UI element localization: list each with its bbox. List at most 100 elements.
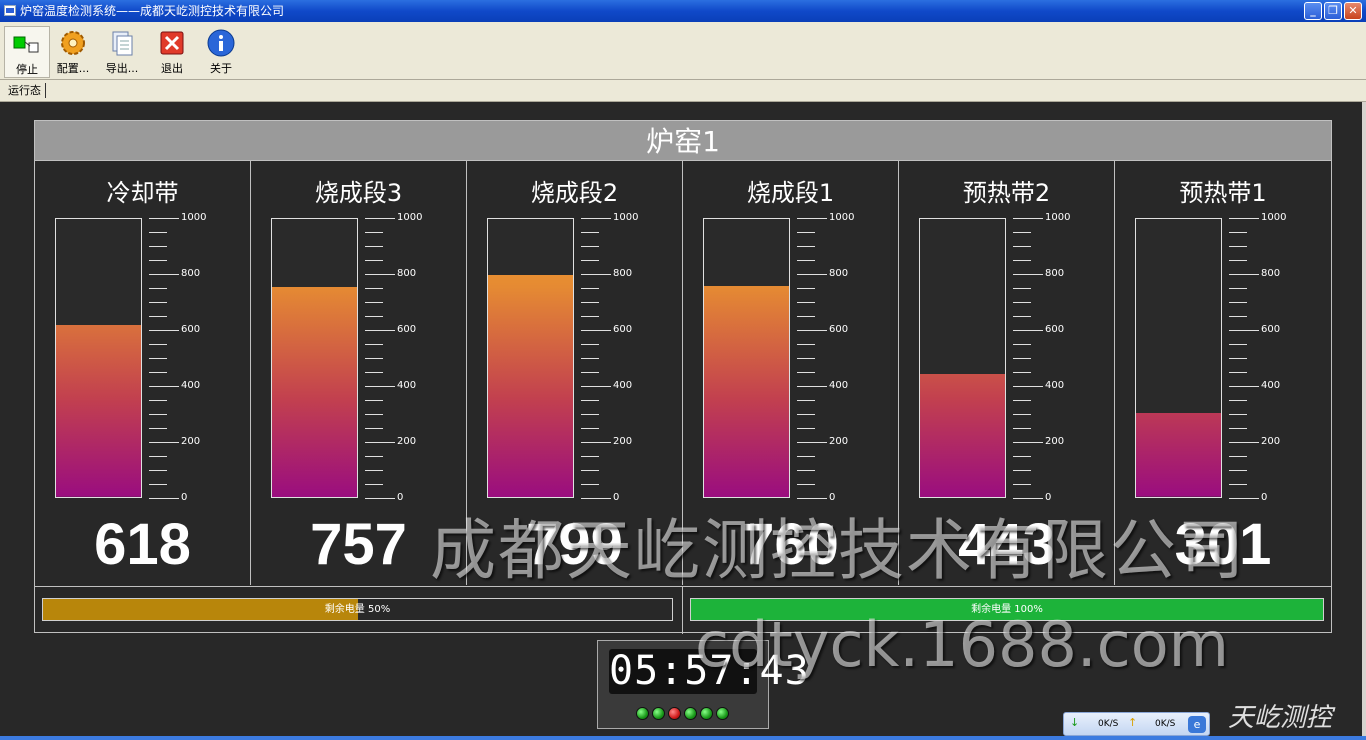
scale-label: 400	[1261, 380, 1281, 391]
scale-label: 200	[1261, 436, 1281, 447]
led-red-icon	[668, 707, 681, 720]
scale-label: 800	[397, 268, 417, 279]
scale-label: 400	[1045, 380, 1065, 391]
restore-button[interactable]: ❐	[1324, 2, 1342, 20]
scale-label: 400	[181, 380, 201, 391]
upload-arrow-icon: ↑	[1128, 716, 1138, 729]
scale-label: 1000	[1261, 212, 1287, 223]
zone-name: 烧成段3	[314, 179, 403, 207]
info-icon	[206, 28, 236, 58]
temperature-fill	[920, 373, 1005, 497]
export-button[interactable]: 导出...	[99, 26, 145, 78]
scale-label: 0	[1045, 492, 1052, 503]
title-bar: 炉窑温度检测系统——成都天屹测控技术有限公司 _ ❐ ✕	[0, 0, 1366, 22]
scale-label: 200	[181, 436, 201, 447]
scale-label: 200	[613, 436, 633, 447]
temperature-value: 301	[1174, 512, 1272, 577]
battery-label-2: 剩余电量 100%	[971, 604, 1043, 615]
battery-row: 剩余电量 50% 剩余电量 100%	[35, 586, 1331, 634]
scale-label: 600	[613, 324, 633, 335]
scale-label: 600	[181, 324, 201, 335]
scale-label: 1000	[181, 212, 207, 223]
scale-label: 800	[829, 268, 849, 279]
temperature-gauge	[1135, 218, 1222, 498]
temperature-fill	[488, 274, 573, 497]
temperature-fill	[704, 285, 789, 497]
exit-icon	[157, 28, 187, 58]
zone-column: 冷却带 1000 800 600 400 200 0 618	[35, 160, 251, 585]
led-green-icon	[684, 707, 697, 720]
zone-name: 预热带1	[1179, 179, 1267, 207]
scale-label: 600	[829, 324, 849, 335]
exit-button[interactable]: 退出	[149, 26, 195, 78]
stop-button[interactable]: 停止	[4, 26, 50, 78]
temperature-fill	[56, 325, 141, 497]
scale-label: 600	[1045, 324, 1065, 335]
gear-icon	[58, 28, 88, 58]
scale-label: 400	[397, 380, 417, 391]
scale-label: 800	[613, 268, 633, 279]
minimize-button[interactable]: _	[1304, 2, 1322, 20]
zone-name: 冷却带	[106, 179, 179, 207]
temperature-value: 760	[742, 512, 839, 577]
scale-label: 800	[181, 268, 201, 279]
zone-column: 烧成段1 1000 800 600 400 200 0 760	[683, 160, 899, 585]
temperature-fill	[1136, 413, 1221, 497]
led-green-icon	[652, 707, 665, 720]
temperature-gauge	[919, 218, 1006, 498]
zone-column: 预热带2 1000 800 600 400 200 0 443	[899, 160, 1115, 585]
led-green-icon	[700, 707, 713, 720]
scale-label: 200	[1045, 436, 1065, 447]
temperature-gauge	[703, 218, 790, 498]
temperature-fill	[272, 286, 357, 497]
scale-label: 800	[1261, 268, 1281, 279]
scale-label: 400	[829, 380, 849, 391]
led-green-icon	[716, 707, 729, 720]
gauge-scale: 1000 800 600 400 200 0	[581, 213, 671, 503]
battery-bar-1: 剩余电量 50%	[42, 598, 673, 621]
about-button[interactable]: 关于	[198, 26, 244, 78]
temperature-gauge	[487, 218, 574, 498]
kiln-panel: 炉窑1 冷却带 1000 800 600 400 200 0 618 烧成段3 1000 800 60…	[34, 120, 1332, 634]
digital-clock: 05:57:43	[597, 640, 809, 729]
scale-label: 0	[181, 492, 188, 503]
status-tab-row: 运行态	[0, 80, 1366, 102]
status-tab[interactable]: 运行态	[8, 83, 46, 98]
temperature-gauge	[271, 218, 358, 498]
zone-column: 烧成段2 1000 800 600 400 200 0 799	[467, 160, 683, 585]
scale-label: 200	[397, 436, 417, 447]
scale-label: 0	[1261, 492, 1268, 503]
temperature-value: 443	[958, 512, 1055, 577]
temperature-value: 799	[526, 512, 623, 577]
right-edge	[1362, 102, 1366, 740]
stop-icon	[12, 29, 42, 59]
temperature-value: 757	[310, 512, 407, 577]
zone-column: 烧成段3 1000 800 600 400 200 0 757	[251, 160, 467, 585]
gauge-scale: 1000 800 600 400 200 0	[365, 213, 455, 503]
scale-label: 800	[1045, 268, 1065, 279]
browser-icon[interactable]: e	[1188, 716, 1206, 733]
window-title: 炉窑温度检测系统——成都天屹测控技术有限公司	[20, 4, 285, 18]
scale-label: 1000	[829, 212, 855, 223]
app-icon	[4, 5, 16, 16]
scale-label: 1000	[613, 212, 639, 223]
led-indicators	[636, 707, 729, 720]
gauge-scale: 1000 800 600 400 200 0	[1013, 213, 1103, 503]
scale-label: 400	[613, 380, 633, 391]
close-button[interactable]: ✕	[1344, 2, 1362, 20]
battery-bar-2: 剩余电量 100%	[690, 598, 1324, 621]
scale-label: 1000	[1045, 212, 1071, 223]
zone-column: 预热带1 1000 800 600 400 200 0 301	[1115, 160, 1331, 585]
panel-title: 炉窑1	[35, 121, 1331, 160]
scale-label: 600	[397, 324, 417, 335]
led-green-icon	[636, 707, 649, 720]
gauge-scale: 1000 800 600 400 200 0	[149, 213, 239, 503]
scale-label: 0	[613, 492, 620, 503]
zone-name: 烧成段2	[530, 179, 619, 207]
temperature-gauge	[55, 218, 142, 498]
zone-name: 烧成段1	[746, 179, 835, 207]
config-button[interactable]: 配置...	[50, 26, 96, 78]
scale-label: 1000	[397, 212, 423, 223]
export-icon	[107, 28, 137, 58]
download-rate: 0K/S	[1098, 719, 1119, 729]
